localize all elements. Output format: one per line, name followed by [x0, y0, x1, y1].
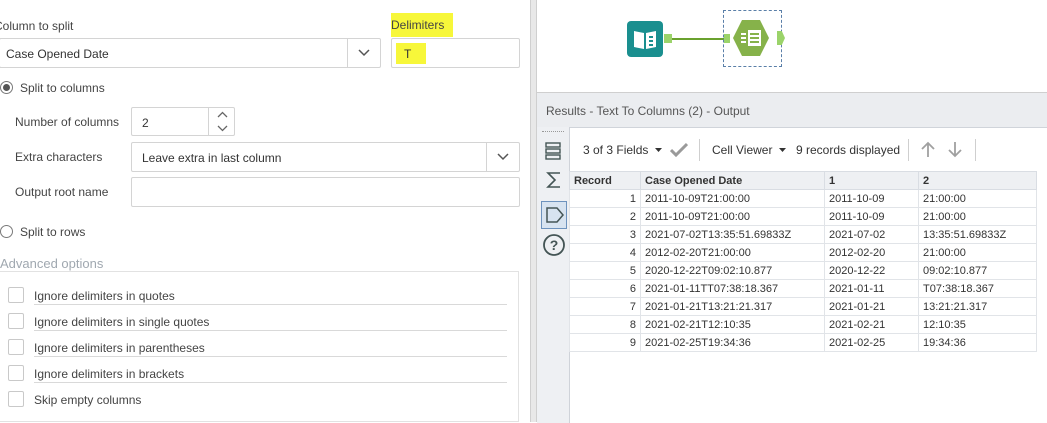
sigma-icon[interactable] [546, 171, 562, 189]
help-icon[interactable]: ? [542, 233, 566, 257]
extra-characters-dropdown[interactable]: Leave extra in last column [131, 142, 520, 172]
panel-splitter[interactable] [530, 0, 537, 422]
checkmark-icon[interactable] [670, 142, 688, 157]
results-title: Results - Text To Columns (2) - Output [546, 104, 750, 118]
delimiters-value: T [404, 47, 412, 61]
number-of-columns-stepper[interactable]: 2 [131, 107, 235, 136]
arrow-up-icon[interactable] [920, 141, 936, 158]
number-of-columns-value: 2 [142, 116, 149, 130]
option-checkbox[interactable] [8, 287, 24, 303]
caret-down-icon[interactable] [655, 148, 662, 153]
table-row[interactable]: 7 2021-01-21T13:21:21.317 2021-01-21 13:21:… [569, 297, 1037, 316]
table-view-icon[interactable] [545, 142, 561, 160]
output-root-name-input[interactable] [131, 177, 520, 207]
output-anchor[interactable] [777, 31, 785, 45]
output-anchor[interactable] [664, 34, 672, 43]
option-label: Ignore delimiters in single quotes [34, 315, 210, 329]
results-table: Record Case Opened Date 1 2 1 2011-10-09T… [569, 171, 1037, 352]
split-to-columns-label: Split to columns [20, 81, 105, 95]
table-row[interactable]: 8 2021-02-21T12:10:35 2021-02-21 12:10:35 [569, 315, 1037, 334]
option-label: Ignore delimiters in brackets [34, 367, 185, 381]
chevron-down-icon[interactable] [486, 143, 519, 171]
header-row: Record Case Opened Date 1 2 [569, 171, 1037, 190]
configuration-panel: Column to split Delimiters Case Opened D… [0, 0, 530, 422]
option-checkbox[interactable] [8, 339, 24, 355]
table-row[interactable]: 1 2011-10-09T21:00:00 2011-10-09 21:00:00 [569, 189, 1037, 208]
option-checkbox[interactable] [8, 313, 24, 329]
option-label: Ignore delimiters in quotes [34, 289, 175, 303]
column-to-split-value: Case Opened Date [6, 47, 109, 61]
number-of-columns-label: Number of columns [15, 115, 120, 129]
option-checkbox[interactable] [8, 365, 24, 381]
column-to-split-label: Column to split [0, 19, 74, 33]
results-header: Results - Text To Columns (2) - Output [537, 93, 1047, 128]
split-to-rows-label: Split to rows [20, 225, 86, 239]
caret-down-icon[interactable] [779, 148, 786, 153]
input-data-tool-icon[interactable] [627, 21, 663, 57]
extra-characters-value: Leave extra in last column [142, 151, 282, 165]
delimiters-input[interactable]: T [391, 38, 520, 68]
chevron-up-icon[interactable] [217, 111, 228, 118]
table-row[interactable]: 6 2021-01-11TT07:38:18.367 2021-01-11 T07:3… [569, 279, 1037, 298]
column-header[interactable]: 1 [824, 171, 919, 190]
results-side-toolbar: ? [537, 127, 570, 423]
table-row[interactable]: 9 2021-02-25T19:34:36 2021-02-25 19:34:36 [569, 333, 1037, 352]
delimiters-label: Delimiters [391, 13, 453, 37]
fields-selector[interactable]: 3 of 3 Fields [583, 143, 648, 157]
option-label: Ignore delimiters in parentheses [34, 341, 205, 355]
column-header[interactable]: 2 [918, 171, 1037, 190]
workflow-canvas[interactable] [537, 0, 1047, 92]
split-to-rows-radio[interactable] [0, 225, 13, 238]
table-row[interactable]: 5 2020-12-22T09:02:10.877 2020-12-22 09:02:… [569, 261, 1037, 280]
option-label: Skip empty columns [34, 393, 142, 407]
table-row[interactable]: 2 2011-10-09T21:00:00 2011-10-09 21:00:00 [569, 207, 1037, 226]
tag-icon [546, 207, 564, 223]
connector-line[interactable] [672, 38, 724, 40]
option-checkbox[interactable] [8, 391, 24, 407]
chevron-down-icon[interactable] [347, 39, 380, 67]
table-row[interactable]: 4 2012-02-20T21:00:00 2012-02-20 21:00:00 [569, 243, 1037, 262]
split-to-columns-radio[interactable] [0, 81, 13, 94]
cell-viewer-dropdown[interactable]: Cell Viewer [712, 143, 772, 157]
advanced-options-box: Ignore delimiters in quotes Ignore delim… [0, 271, 519, 422]
extra-characters-label: Extra characters [15, 150, 103, 164]
table-row[interactable]: 3 2021-07-02T13:35:51.69833Z 2021-07-02 13:… [569, 225, 1037, 244]
output-root-name-label: Output root name [15, 185, 109, 199]
arrow-down-icon[interactable] [947, 141, 963, 158]
column-header[interactable]: Record [569, 171, 641, 190]
svg-text:?: ? [550, 237, 559, 253]
advanced-options-heading: Advanced options [0, 256, 104, 271]
grip-handle[interactable] [542, 131, 564, 134]
chevron-down-icon[interactable] [217, 125, 228, 132]
records-count: 9 records displayed [796, 143, 901, 157]
column-header[interactable]: Case Opened Date [640, 171, 825, 190]
tag-view-button[interactable] [541, 201, 567, 229]
column-to-split-dropdown[interactable]: Case Opened Date [0, 38, 381, 68]
